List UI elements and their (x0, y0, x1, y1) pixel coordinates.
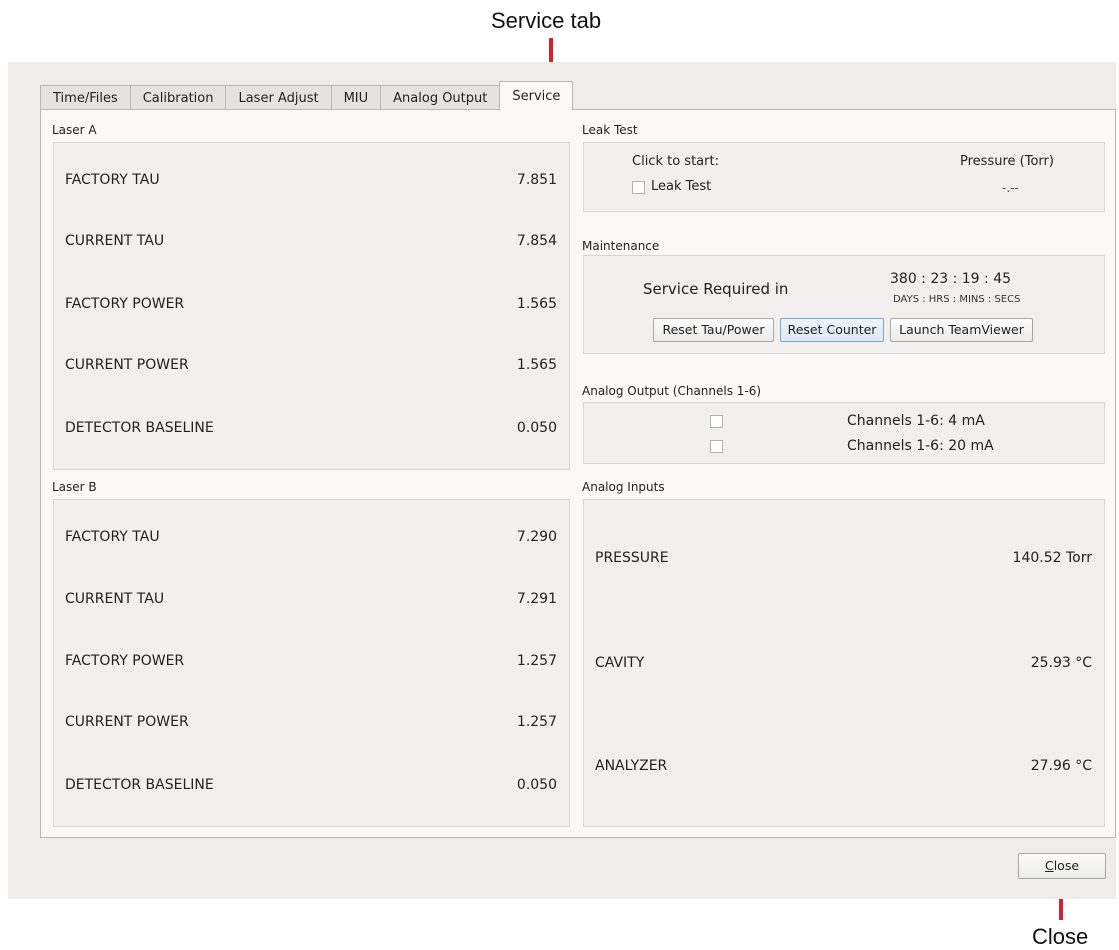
laser-b-title: Laser B (52, 480, 97, 494)
analog-pressure-label: PRESSURE (595, 550, 669, 566)
click-to-start-label: Click to start: (632, 154, 719, 169)
analog-cavity-value: 25.93 °C (1030, 655, 1092, 671)
pressure-torr-header: Pressure (Torr) (960, 154, 1054, 169)
laser-a-current-power-label: CURRENT POWER (65, 357, 189, 373)
countdown-units: DAYS : HRS : MINS : SECS (893, 294, 1021, 305)
laser-b-detector-baseline-label: DETECTOR BASELINE (65, 777, 214, 793)
close-mnemonic: C (1044, 858, 1054, 873)
laser-b-group: FACTORY TAU 7.290 CURRENT TAU 7.291 FACT… (53, 499, 570, 827)
laser-a-detector-baseline-label: DETECTOR BASELINE (65, 420, 214, 436)
leak-test-title: Leak Test (582, 123, 638, 137)
laser-b-factory-power-value: 1.257 (516, 653, 557, 669)
laser-b-current-power-value: 1.257 (516, 714, 557, 730)
service-tab-callout: Service tab (491, 8, 602, 33)
laser-a-factory-power-label: FACTORY POWER (65, 296, 185, 312)
leak-test-checkbox[interactable] (632, 181, 645, 194)
laser-a-current-tau-value: 7.854 (516, 233, 557, 249)
reset-counter-button[interactable]: Reset Counter (780, 318, 884, 342)
tab-laser-adjust[interactable]: Laser Adjust (225, 85, 332, 110)
laser-a-detector-baseline-value: 0.050 (516, 420, 557, 436)
service-required-label: Service Required in (643, 280, 789, 298)
service-countdown: 380 : 23 : 19 : 45 (890, 271, 1012, 287)
tab-service[interactable]: Service (499, 81, 574, 111)
laser-b-factory-tau-label: FACTORY TAU (65, 529, 160, 545)
analog-output-group: Channels 1-6: 4 mA Channels 1-6: 20 mA (583, 402, 1105, 464)
service-tab-panel: Laser A FACTORY TAU 7.851 CURRENT TAU 7.… (40, 109, 1116, 838)
analog-cavity-label: CAVITY (595, 655, 645, 671)
laser-b-current-tau-label: CURRENT TAU (65, 591, 165, 607)
laser-b-factory-power-label: FACTORY POWER (65, 653, 185, 669)
channels-4ma-label[interactable]: Channels 1-6: 4 mA (847, 413, 985, 429)
tab-time-files[interactable]: Time/Files (40, 85, 131, 110)
laser-b-current-tau-value: 7.291 (516, 591, 557, 607)
tab-miu[interactable]: MIU (330, 85, 382, 110)
analog-inputs-group: PRESSURE 140.52 Torr CAVITY 25.93 °C ANA… (583, 499, 1105, 827)
leak-test-group: Click to start: Leak Test Pressure (Torr… (583, 142, 1105, 212)
close-callout: Close (1032, 924, 1089, 949)
close-label-rest: lose (1053, 858, 1080, 873)
laser-b-current-power-label: CURRENT POWER (65, 714, 189, 730)
laser-b-factory-tau-value: 7.290 (516, 529, 557, 545)
channels-4ma-checkbox[interactable] (710, 415, 723, 428)
laser-a-factory-power-value: 1.565 (516, 296, 557, 312)
laser-a-current-power-value: 1.565 (516, 357, 557, 373)
analog-analyzer-value: 27.96 °C (1030, 758, 1092, 774)
channels-20ma-label[interactable]: Channels 1-6: 20 mA (847, 438, 994, 454)
tab-analog-output[interactable]: Analog Output (380, 85, 501, 110)
tab-bar: Time/Files Calibration Laser Adjust MIU … (40, 81, 574, 111)
tab-calibration[interactable]: Calibration (129, 85, 227, 110)
channels-20ma-checkbox[interactable] (710, 440, 723, 453)
analog-output-title: Analog Output (Channels 1-6) (582, 384, 762, 398)
laser-a-current-tau-label: CURRENT TAU (65, 233, 165, 249)
leak-test-checkbox-label[interactable]: Leak Test (651, 179, 711, 194)
reset-tau-power-button[interactable]: Reset Tau/Power (653, 318, 774, 342)
laser-a-title: Laser A (52, 123, 97, 137)
analog-pressure-value: 140.52 Torr (1012, 550, 1092, 566)
launch-teamviewer-button[interactable]: Launch TeamViewer (890, 318, 1033, 342)
leak-test-pressure-value: -.-- (1002, 181, 1019, 195)
analog-inputs-title: Analog Inputs (582, 480, 665, 494)
maintenance-title: Maintenance (582, 239, 660, 253)
maintenance-group: Service Required in 380 : 23 : 19 : 45 D… (583, 255, 1105, 354)
analog-analyzer-label: ANALYZER (595, 758, 668, 774)
laser-b-detector-baseline-value: 0.050 (516, 777, 557, 793)
close-button[interactable]: Close (1018, 853, 1106, 879)
laser-a-factory-tau-label: FACTORY TAU (65, 172, 160, 188)
laser-a-factory-tau-value: 7.851 (516, 172, 557, 188)
laser-a-group: FACTORY TAU 7.851 CURRENT TAU 7.854 FACT… (53, 142, 570, 470)
